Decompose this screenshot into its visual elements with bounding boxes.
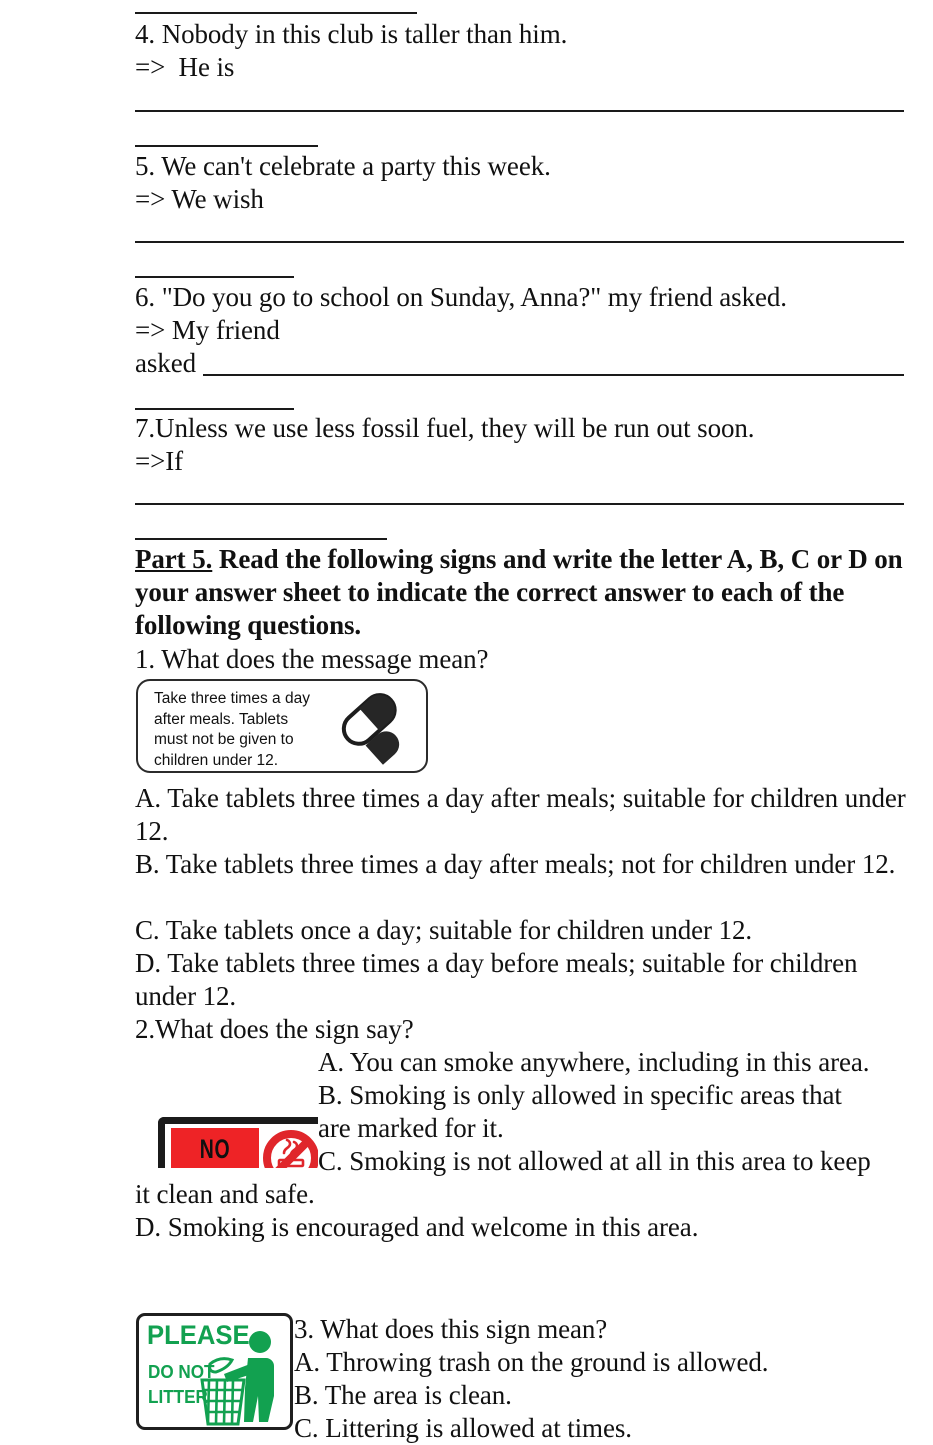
answer-blank-stub-6 <box>135 408 294 410</box>
question-1-option-d: D. Take tablets three times a day before… <box>135 948 858 1011</box>
question-3-option-c: C. Littering is allowed at times. <box>294 1413 632 1443</box>
part5-label: Part 5. <box>135 544 213 574</box>
question-7-prompt: 7.Unless we use less fossil fuel, they w… <box>135 413 755 443</box>
worksheet-page: 4. Nobody in this club is taller than hi… <box>0 0 933 1443</box>
do-not-litter-sign: PLEASE DO NOT LITTER <box>136 1313 293 1430</box>
question-6-prompt: 6. "Do you go to school on Sunday, Anna?… <box>135 282 787 312</box>
question-1-option-a: A. Take tablets three times a day after … <box>135 783 906 846</box>
question-2-option-c-line1-overlay: C. Smoking is not allowed at all in this… <box>318 1145 871 1178</box>
question-7-answer-lead: =>If <box>135 446 184 476</box>
answer-blank-stub-3 <box>135 12 417 14</box>
answer-blank-line-4 <box>135 110 904 112</box>
question-2-option-a: A. You can smoke anywhere, including in … <box>318 1047 870 1077</box>
question-6-answer-lead: => My friend <box>135 315 280 345</box>
part5-instruction: Read the following signs and write the l… <box>135 544 903 640</box>
question-2-stem: 2.What does the sign say? <box>135 1014 414 1044</box>
question-5-answer-lead: => We wish <box>135 184 264 214</box>
answer-blank-stub-4 <box>135 145 318 147</box>
question-2-option-d: D. Smoking is encouraged and welcome in … <box>135 1212 699 1242</box>
question-2-option-b-line1: B. Smoking is only allowed in specific a… <box>318 1080 842 1110</box>
answer-blank-line-5 <box>135 241 904 243</box>
question-4-answer-lead: => He is <box>135 52 235 82</box>
question-2-option-b-line2-overlay: are marked for it. <box>318 1112 504 1145</box>
question-1-stem: 1. What does the message mean? <box>135 644 489 674</box>
question-5-prompt: 5. We can't celebrate a party this week. <box>135 151 551 181</box>
sign-frame-top <box>158 1117 328 1124</box>
answer-blank-line-7 <box>135 503 904 505</box>
no-smoking-red-panel: NO <box>171 1128 259 1171</box>
question-3-option-a: A. Throwing trash on the ground is allow… <box>294 1347 769 1377</box>
question-2-option-c-line2-overlay: it clean and safe. <box>135 1178 315 1211</box>
medicine-label-sign: Take three times a day after meals. Table… <box>136 679 428 773</box>
answer-blank-stub-7 <box>135 538 387 540</box>
question-3-stem: 3. What does this sign mean? <box>294 1314 608 1344</box>
medicine-line-3: must not be given to <box>154 731 294 748</box>
question-3-option-b: B. The area is clean. <box>294 1380 512 1410</box>
pill-capsule-icon <box>334 691 410 765</box>
no-smoking-word: NO <box>199 1134 231 1164</box>
person-throwing-trash-icon <box>194 1324 286 1427</box>
answer-blank-line-6 <box>203 374 904 376</box>
medicine-line-1: Take three times a day <box>154 690 310 707</box>
medicine-line-2: after meals. Tablets <box>154 710 289 728</box>
answer-blank-stub-5 <box>135 276 294 278</box>
part5-heading: Part 5. Read the following signs and wri… <box>135 543 907 642</box>
medicine-line-4: children under 12. <box>154 751 279 769</box>
question-1-option-b: B. Take tablets three times a day after … <box>135 849 896 879</box>
question-4-prompt: 4. Nobody in this club is taller than hi… <box>135 19 568 49</box>
medicine-label-text: Take three times a day after meals. Table… <box>154 689 344 771</box>
question-1-option-c: C. Take tablets once a day; suitable for… <box>135 915 753 945</box>
question-6-answer-lead-second: asked <box>135 348 196 378</box>
